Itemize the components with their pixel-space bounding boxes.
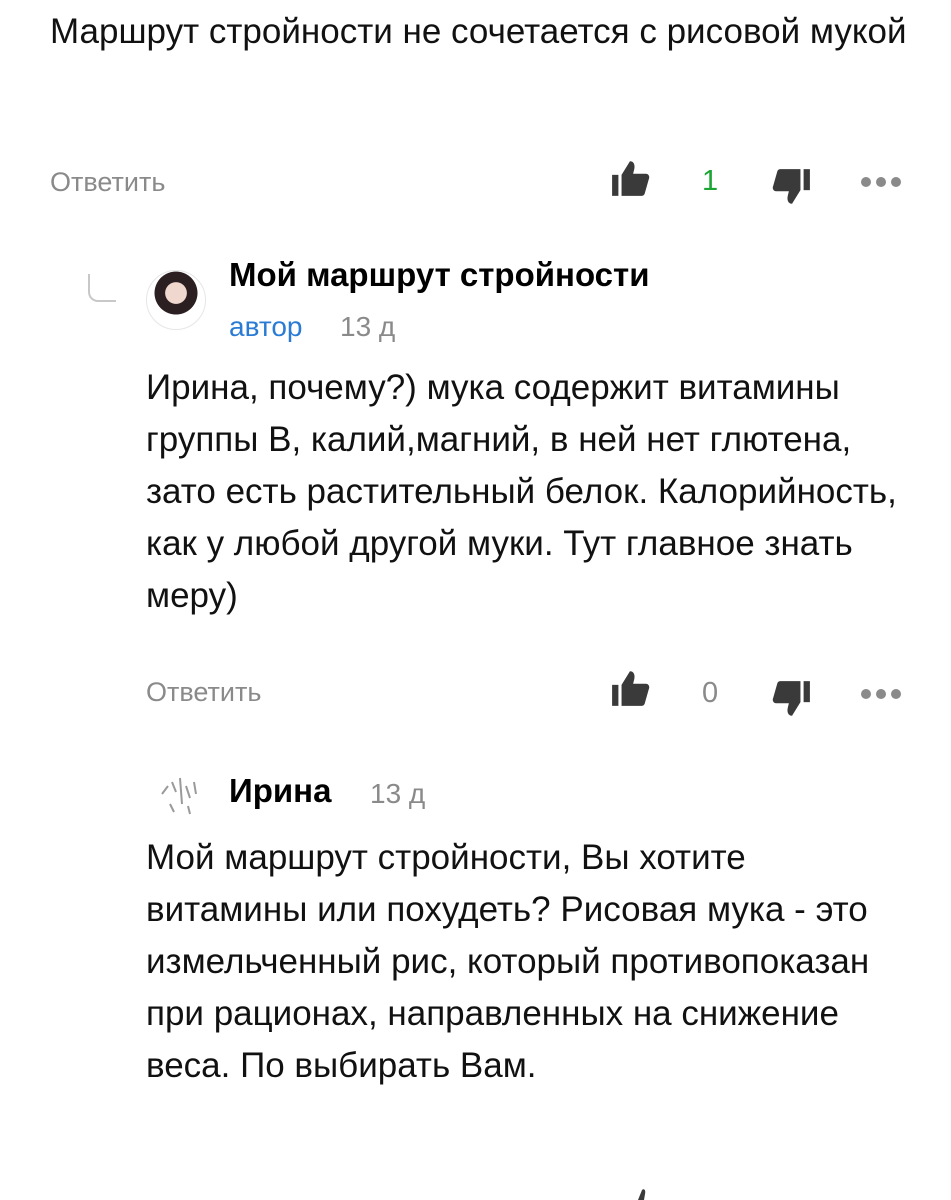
thumbs-up-icon[interactable] xyxy=(610,157,652,199)
comment-text: Мой маршрут стройности, Вы хотите витами… xyxy=(146,838,870,1085)
like-count: 0 xyxy=(702,677,719,709)
comment-text: Маршрут стройности не сочетается с рисов… xyxy=(50,12,907,51)
thumbs-down-icon[interactable] xyxy=(770,678,812,720)
comment-author[interactable]: Мой маршрут стройности xyxy=(229,256,649,294)
reply-button[interactable]: Ответить xyxy=(50,167,165,198)
thumbs-down-icon[interactable] xyxy=(770,166,812,208)
comment-time: 13 д xyxy=(340,311,396,342)
more-dots-icon[interactable] xyxy=(860,688,902,700)
comment-text: Ирина, почему?) мука содержит витамины г… xyxy=(146,368,897,615)
author-badge: автор xyxy=(229,311,303,342)
comment-author[interactable]: Ирина xyxy=(229,772,331,810)
avatar[interactable] xyxy=(150,764,210,824)
more-dots-icon[interactable] xyxy=(860,176,902,188)
thumbs-up-icon[interactable] xyxy=(620,1186,660,1200)
comment-time: 13 д xyxy=(370,778,426,809)
reply-thread-icon xyxy=(88,274,116,302)
reply-button[interactable]: Ответить xyxy=(146,677,261,708)
avatar[interactable] xyxy=(146,270,206,330)
like-count: 1 xyxy=(702,165,719,197)
thumbs-up-icon[interactable] xyxy=(610,667,652,709)
